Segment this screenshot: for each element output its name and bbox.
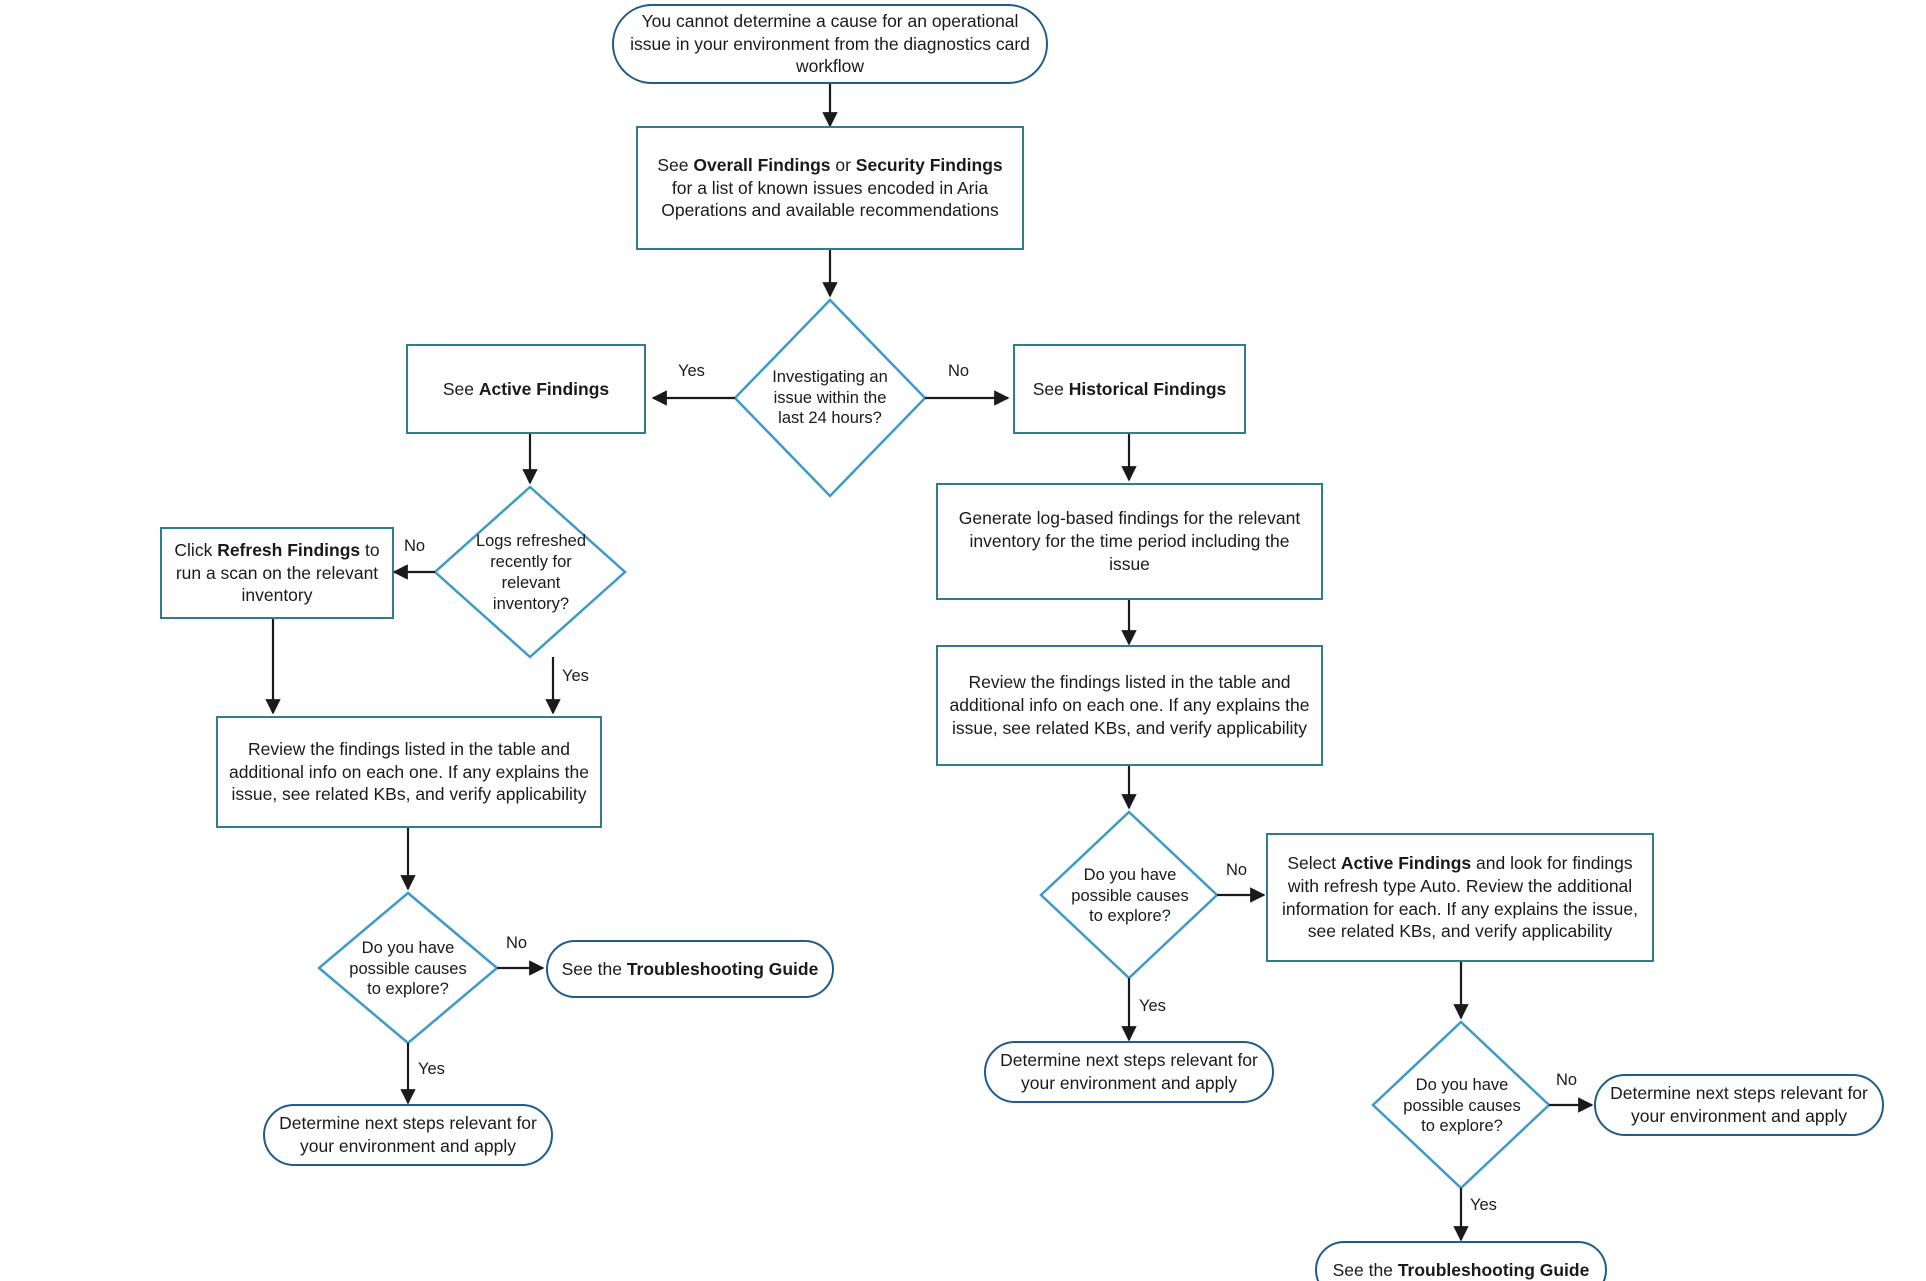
node-determine-next-steps-right: Determine next steps relevant for your e… xyxy=(1594,1074,1884,1136)
node-see-active-findings: See Active Findings xyxy=(406,344,646,434)
node-see-historical-findings: See Historical Findings xyxy=(1013,344,1246,434)
node-possible-causes-mid-label: Do you have possible causes to explore? xyxy=(1071,865,1189,926)
node-investigating-24h-label: Investigating an issue within the last 2… xyxy=(772,367,888,428)
edge-label-causes-left-yes: Yes xyxy=(418,1060,445,1078)
node-determine-next-steps-left: Determine next steps relevant for your e… xyxy=(263,1104,553,1166)
flowchart-canvas: You cannot determine a cause for an oper… xyxy=(0,0,1926,1281)
node-troubleshooting-guide-left: See the Troubleshooting Guide xyxy=(546,940,834,998)
node-see-findings: See Overall Findings or Security Finding… xyxy=(636,126,1024,250)
node-possible-causes-left: Do you have possible causes to explore? xyxy=(338,925,478,1013)
node-start-label: You cannot determine a cause for an oper… xyxy=(630,10,1030,77)
node-possible-causes-right-label: Do you have possible causes to explore? xyxy=(1403,1075,1521,1136)
node-determine-next-steps-mid-label: Determine next steps relevant for your e… xyxy=(1000,1050,1258,1093)
node-review-findings-right-label: Review the findings listed in the table … xyxy=(949,672,1310,738)
node-start: You cannot determine a cause for an oper… xyxy=(612,4,1048,84)
node-review-findings-right: Review the findings listed in the table … xyxy=(936,645,1323,766)
node-review-findings-left-label: Review the findings listed in the table … xyxy=(229,738,589,805)
edge-label-investigating-yes: Yes xyxy=(678,362,705,380)
node-possible-causes-left-label: Do you have possible causes to explore? xyxy=(349,938,467,999)
node-determine-next-steps-mid: Determine next steps relevant for your e… xyxy=(984,1041,1274,1103)
edge-label-causes-mid-no: No xyxy=(1226,861,1248,879)
node-generate-log-findings-label: Generate log-based findings for the rele… xyxy=(958,508,1301,574)
node-select-active-findings: Select Active Findings and look for find… xyxy=(1266,833,1654,962)
node-possible-causes-right: Do you have possible causes to explore? xyxy=(1392,1062,1532,1150)
node-logs-refreshed: Logs refreshed recently for relevant inv… xyxy=(458,518,604,628)
node-see-historical-findings-label: See Historical Findings xyxy=(1032,378,1227,399)
node-see-findings-label: See Overall Findings or Security Finding… xyxy=(657,154,1003,221)
node-determine-next-steps-right-label: Determine next steps relevant for your e… xyxy=(1610,1083,1868,1126)
edge-label-causes-mid-yes: Yes xyxy=(1139,997,1166,1015)
edge-label-investigating-no: No xyxy=(948,362,970,380)
node-click-refresh-findings: Click Refresh Findings to run a scan on … xyxy=(160,527,394,619)
node-review-findings-left: Review the findings listed in the table … xyxy=(216,716,602,828)
edge-label-causes-right-no: No xyxy=(1556,1071,1578,1089)
node-determine-next-steps-left-label: Determine next steps relevant for your e… xyxy=(279,1113,537,1156)
node-possible-causes-mid: Do you have possible causes to explore? xyxy=(1060,852,1200,940)
node-see-active-findings-label: See Active Findings xyxy=(442,378,610,399)
node-logs-refreshed-label: Logs refreshed recently for relevant inv… xyxy=(475,532,587,613)
node-select-active-findings-label: Select Active Findings and look for find… xyxy=(1281,853,1639,942)
edge-label-logs-no: No xyxy=(404,537,426,555)
edge-label-causes-left-no: No xyxy=(506,934,528,952)
node-troubleshooting-guide-right: See the Troubleshooting Guide xyxy=(1315,1241,1607,1281)
edge-label-causes-right-yes: Yes xyxy=(1470,1196,1497,1214)
node-investigating-24h: Investigating an issue within the last 2… xyxy=(750,345,910,451)
edge-label-logs-yes: Yes xyxy=(562,667,589,685)
node-generate-log-findings: Generate log-based findings for the rele… xyxy=(936,483,1323,600)
node-troubleshooting-guide-left-label: See the Troubleshooting Guide xyxy=(561,958,819,979)
node-click-refresh-findings-label: Click Refresh Findings to run a scan on … xyxy=(174,539,380,606)
node-troubleshooting-guide-right-label: See the Troubleshooting Guide xyxy=(1332,1259,1590,1280)
